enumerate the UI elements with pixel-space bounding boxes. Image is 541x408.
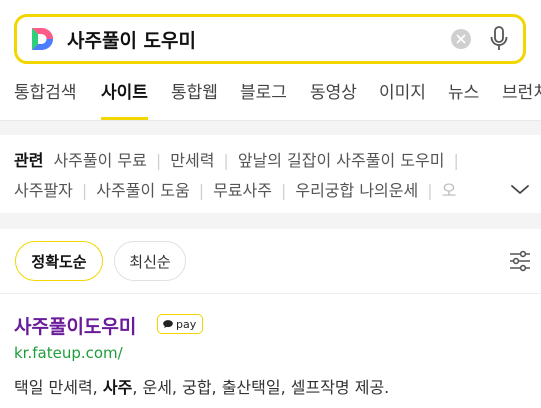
filter-sliders-icon[interactable] (508, 249, 532, 273)
desc-highlight: 사주 (102, 378, 133, 397)
section-divider (0, 293, 541, 294)
related-link[interactable]: 앞날의 길잡이 사주풀이 도우미 (238, 151, 445, 170)
tab-site[interactable]: 사이트 (101, 78, 148, 120)
daum-logo-icon (29, 26, 55, 52)
related-searches: 관련 사주풀이 무료 | 만세력 | 앞날의 길잡이 사주풀이 도우미 | 사주팔자 | 사주풀… (0, 135, 541, 213)
section-separator (0, 121, 541, 135)
related-link[interactable]: 무료사주 (213, 181, 272, 200)
tab-brunch[interactable]: 브런치 (502, 78, 541, 120)
search-query-text[interactable]: 사주풀이 도우미 (67, 26, 451, 53)
sort-accuracy-button[interactable]: 정확도순 (15, 241, 103, 281)
pay-badge: pay (157, 314, 204, 334)
related-row-2: 사주팔자 | 사주풀이 도움 | 무료사주 | 우리궁합 나의운세 | 오 (14, 181, 457, 200)
tab-image[interactable]: 이미지 (379, 78, 426, 120)
related-label: 관련 (14, 151, 44, 170)
tab-blog[interactable]: 블로그 (240, 78, 287, 120)
search-bar[interactable]: 사주풀이 도우미 (14, 14, 526, 64)
related-link[interactable]: 오 (442, 181, 457, 200)
microphone-icon[interactable] (489, 25, 509, 53)
related-row-1: 관련 사주풀이 무료 | 만세력 | 앞날의 길잡이 사주풀이 도우미 | (14, 151, 459, 170)
sort-latest-button[interactable]: 최신순 (114, 241, 186, 281)
result-title-link[interactable]: 사주풀이도우미 (14, 312, 136, 339)
result-url[interactable]: kr.fateup.com/ (14, 344, 123, 362)
related-link[interactable]: 우리궁합 나의운세 (295, 181, 418, 200)
pay-label: pay (176, 317, 197, 331)
tab-integrated-web[interactable]: 통합웹 (171, 78, 218, 120)
related-link[interactable]: 사주풀이 무료 (53, 151, 146, 170)
related-link[interactable]: 만세력 (170, 151, 214, 170)
tab-video[interactable]: 동영상 (310, 78, 357, 120)
related-link[interactable]: 사주팔자 (14, 181, 73, 200)
related-link[interactable]: 사주풀이 도움 (96, 181, 189, 200)
pay-bubble-icon (163, 320, 173, 328)
tab-integrated[interactable]: 통합검색 (14, 78, 77, 120)
result-description: 택일 만세력, 사주, 운세, 궁합, 출산택일, 셀프작명 제공. (14, 374, 389, 398)
desc-text: , 운세, 궁합, 출산택일, 셀프작명 제공. (132, 378, 390, 397)
clear-icon[interactable] (451, 29, 471, 49)
search-tabs: 통합검색 사이트 통합웹 블로그 동영상 이미지 뉴스 브런치 (0, 78, 541, 120)
tab-news[interactable]: 뉴스 (448, 78, 479, 120)
desc-text: 택일 만세력, (14, 378, 103, 397)
chevron-down-icon[interactable] (509, 181, 531, 197)
section-separator (0, 213, 541, 229)
